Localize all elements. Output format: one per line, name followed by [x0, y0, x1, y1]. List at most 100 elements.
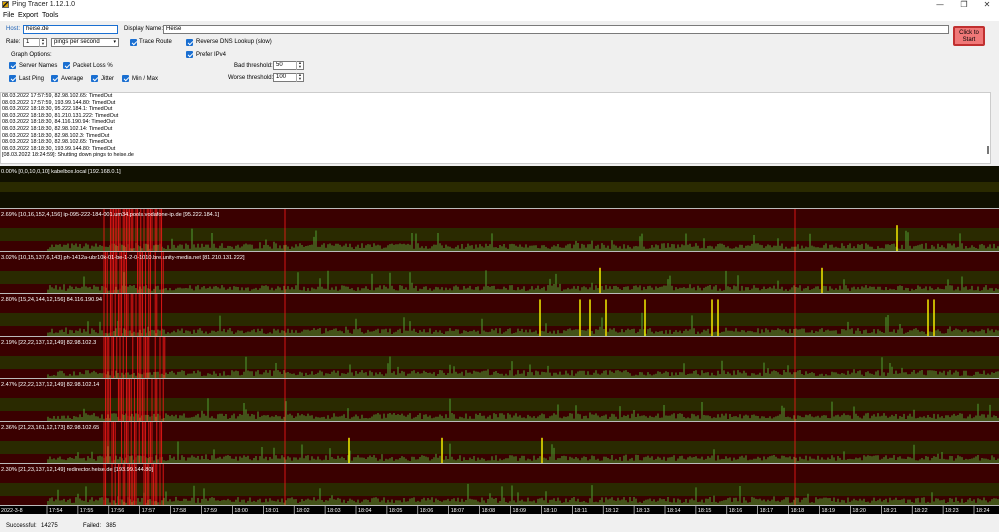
- event-log[interactable]: 08.03.2022 17:57:59, 82.98.102.65: Timed…: [0, 92, 991, 164]
- log-scrollbar[interactable]: [987, 146, 989, 154]
- ping-graphs-svg: 0.00% [0,0,10,0,10] kabelbox.local [192.…: [0, 166, 999, 514]
- time-tick-label: 18:02: [296, 508, 310, 514]
- time-tick-label: 18:06: [420, 508, 434, 514]
- ping-graph-row: 2.36% [21,23,161,12,173] 82.98.102.65: [0, 422, 999, 464]
- display-name-input[interactable]: Heise: [163, 25, 949, 34]
- menu-file[interactable]: File: [3, 12, 14, 19]
- successful-label: Successful:: [6, 523, 37, 529]
- graph-options-label: Graph Options:: [11, 52, 52, 58]
- log-line: 08.03.2022 18:18:30, 82.98.102.65: Timed…: [2, 139, 113, 146]
- time-tick-label: 18:01: [265, 508, 279, 514]
- worse-threshold-spinner[interactable]: ▲ ▼: [296, 73, 303, 82]
- time-tick-label: 18:03: [327, 508, 341, 514]
- min-max-checkbox[interactable]: [122, 75, 129, 82]
- menu-export[interactable]: Export: [18, 12, 38, 19]
- graph-label: 3.02% [10,15,137,6,143] ph-1412a-ubr10k-…: [1, 255, 245, 261]
- graph-label: 2.30% [21,23,137,12,149] redirector.heis…: [1, 467, 154, 473]
- ping-graph-row: 2.19% [22,22,137,12,149] 82.98.102.3: [0, 337, 999, 379]
- rate-value: 1: [26, 39, 30, 45]
- jitter-checkbox[interactable]: [91, 75, 98, 82]
- prefer-ipv4-label: Prefer IPv4: [196, 52, 227, 58]
- ping-graph-row: 0.00% [0,0,10,0,10] kabelbox.local [192.…: [0, 166, 999, 209]
- prefer-ipv4-checkbox[interactable]: [186, 51, 193, 58]
- rate-label: Rate:: [6, 39, 21, 45]
- rate-spinner[interactable]: ▲ ▼: [39, 38, 46, 47]
- time-tick-label: 17:55: [80, 508, 94, 514]
- close-button[interactable]: ✕: [975, 0, 999, 11]
- ping-graph-row: 2.80% [15,24,144,12,156] 84.116.190.94: [0, 294, 999, 337]
- time-tick-label: 18:08: [482, 508, 496, 514]
- time-tick-label: 18:09: [513, 508, 527, 514]
- graph-band: [0, 483, 999, 496]
- rate-unit-value: pings per second: [54, 39, 100, 45]
- worse-threshold-value: 100: [276, 74, 287, 80]
- worse-threshold-label: Worse threshold:: [228, 75, 274, 81]
- graph-band: [0, 398, 999, 411]
- bad-threshold-spinner[interactable]: ▲ ▼: [296, 61, 303, 70]
- log-line: 08.03.2022 18:18:30, 193.99.144.80: Time…: [2, 145, 116, 152]
- graph-band: [0, 271, 999, 284]
- start-button-line1: Click to: [959, 30, 979, 36]
- log-line: 08.03.2022 17:57:59, 193.99.144.80: Time…: [2, 99, 116, 106]
- time-tick-label: 18:14: [667, 508, 681, 514]
- start-button[interactable]: Click to Start: [953, 26, 985, 46]
- graph-band: [0, 313, 999, 326]
- window-title: Ping Tracer 1.12.1.0: [12, 1, 76, 8]
- graph-band: [0, 228, 999, 241]
- time-tick-label: 18:24: [976, 508, 990, 514]
- packet-loss-checkbox[interactable]: [63, 62, 70, 69]
- trace-route-checkbox[interactable]: [130, 39, 137, 46]
- time-tick-label: 18:00: [234, 508, 248, 514]
- ping-graph-row: 2.30% [21,23,137,12,149] redirector.heis…: [0, 464, 999, 506]
- jitter-label: Jitter: [101, 76, 115, 82]
- log-line: 08.03.2022 18:18:30, 82.98.102.14: Timed…: [2, 125, 113, 132]
- graph-label: 2.80% [15,24,144,12,156] 84.116.190.94: [1, 297, 102, 303]
- time-axis-date: 2022-3-8: [1, 508, 23, 514]
- min-max-label: Min / Max: [132, 76, 159, 82]
- time-tick-label: 18:19: [822, 508, 836, 514]
- host-input[interactable]: heise.de: [23, 25, 118, 34]
- time-tick-label: 18:13: [636, 508, 650, 514]
- ping-graph-area[interactable]: 0.00% [0,0,10,0,10] kabelbox.local [192.…: [0, 166, 999, 514]
- chevron-down-icon: ▾: [113, 39, 116, 45]
- time-tick-label: 17:56: [111, 508, 125, 514]
- log-line: 08.03.2022 18:18:30, 84.116.190.94: Time…: [2, 119, 115, 126]
- last-ping-checkbox[interactable]: [9, 75, 16, 82]
- graph-label: 2.69% [10,16,152,4,156] ip-095-222-184-0…: [1, 212, 219, 218]
- trace-route-label: Trace Route: [139, 39, 172, 45]
- log-line: 08.03.2022 17:57:59, 82.98.102.65: Timed…: [2, 93, 113, 99]
- time-tick-label: 18:17: [760, 508, 774, 514]
- failed-label: Failed:: [83, 523, 102, 529]
- time-tick-label: 18:04: [358, 508, 372, 514]
- graph-label: 2.19% [22,22,137,12,149] 82.98.102.3: [1, 340, 96, 346]
- menu-bar: File Export Tools: [0, 11, 999, 21]
- reverse-dns-checkbox[interactable]: [186, 39, 193, 46]
- menu-tools[interactable]: Tools: [42, 12, 58, 19]
- average-checkbox[interactable]: [51, 75, 58, 82]
- minimize-button[interactable]: —: [928, 0, 952, 11]
- time-tick-label: 18:11: [574, 508, 587, 514]
- graph-band: [0, 356, 999, 369]
- app-icon: [2, 1, 9, 8]
- time-tick-label: 18:10: [543, 508, 557, 514]
- time-tick-label: 18:16: [729, 508, 743, 514]
- bad-threshold-value: 50: [276, 62, 283, 68]
- time-tick-label: 18:23: [945, 508, 959, 514]
- reverse-dns-label: Reverse DNS Lookup (slow): [196, 39, 272, 45]
- rate-unit-select[interactable]: pings per second ▾: [51, 38, 119, 47]
- maximize-button[interactable]: ❐: [952, 0, 976, 11]
- time-tick-label: 18:07: [451, 508, 465, 514]
- status-bar: Successful: 14275 Failed: 385: [0, 522, 999, 532]
- failed-count: 385: [106, 523, 117, 529]
- server-names-checkbox[interactable]: [9, 62, 16, 69]
- last-ping-label: Last Ping: [19, 76, 45, 82]
- graph-label: 0.00% [0,0,10,0,10] kabelbox.local [192.…: [1, 169, 121, 175]
- time-tick-label: 18:20: [852, 508, 866, 514]
- log-line: 08.03.2022 18:18:30, 82.98.102.3: TimedO…: [2, 132, 110, 139]
- graph-band: [0, 441, 999, 454]
- time-tick-label: 17:54: [49, 508, 63, 514]
- successful-count: 14275: [41, 523, 58, 529]
- average-label: Average: [61, 76, 84, 82]
- server-names-label: Server Names: [19, 63, 58, 69]
- time-tick-label: 18:05: [389, 508, 403, 514]
